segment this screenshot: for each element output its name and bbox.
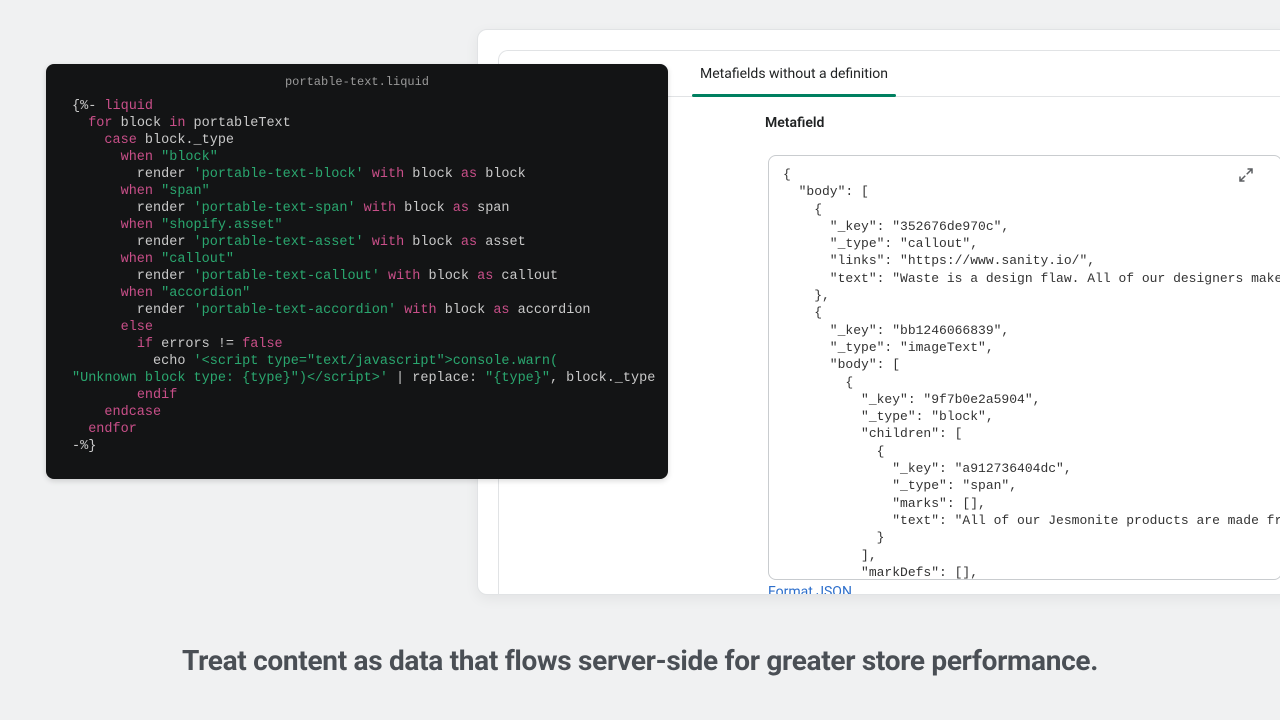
expand-icon[interactable] [1236,165,1256,185]
code-filename: portable-text.liquid [46,64,668,98]
metafield-json-viewer[interactable]: { "body": [ { "_key": "352676de970c", "_… [768,155,1280,580]
hero-tagline: Treat content as data that flows server-… [0,644,1280,677]
tab-metafields-no-definition[interactable]: Metafields without a definition [692,51,896,96]
code-body[interactable]: {%- liquid for block in portableText cas… [46,98,668,475]
code-editor-panel: portable-text.liquid {%- liquid for bloc… [46,64,668,479]
format-json-link[interactable]: Format JSON [768,584,852,595]
